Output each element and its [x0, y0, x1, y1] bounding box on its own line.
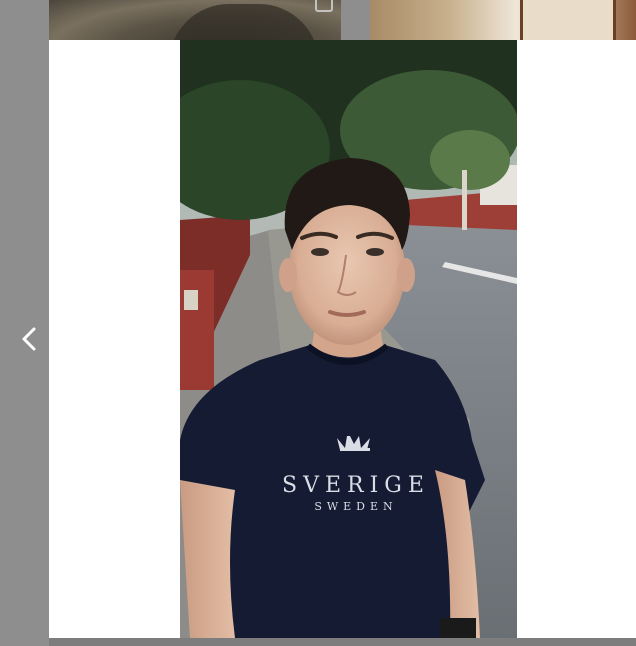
thumbnail-next[interactable] — [370, 0, 636, 40]
thumbnail-arch — [169, 4, 319, 40]
main-photo: SVERIGE SWEDEN — [180, 40, 517, 638]
lightbox: SVERIGE SWEDEN — [49, 40, 636, 638]
left-eye — [311, 248, 329, 256]
shirt-text-main: SVERIGE — [282, 473, 430, 498]
previous-image-button[interactable] — [12, 322, 46, 356]
left-ear — [279, 258, 297, 292]
thumbnail-gap — [341, 0, 370, 40]
tree-distant — [430, 130, 510, 190]
watch — [440, 618, 476, 638]
right-eye — [366, 248, 384, 256]
thumbnail-previous[interactable] — [49, 0, 341, 40]
background-thumbnails — [0, 0, 636, 40]
chevron-left-icon — [22, 327, 36, 351]
corner-frame-icon — [315, 0, 333, 12]
right-ear — [397, 258, 415, 292]
gate-post — [180, 270, 214, 390]
photo-viewer: SVERIGE SWEDEN — [0, 0, 636, 646]
bottom-strip — [49, 638, 636, 646]
shirt-text-sub: SWEDEN — [314, 500, 397, 513]
tree-trunk — [462, 170, 467, 230]
thumbnail-door-frame — [520, 0, 616, 40]
mailbox — [184, 290, 198, 310]
selfie-photo: SVERIGE SWEDEN — [180, 40, 517, 638]
